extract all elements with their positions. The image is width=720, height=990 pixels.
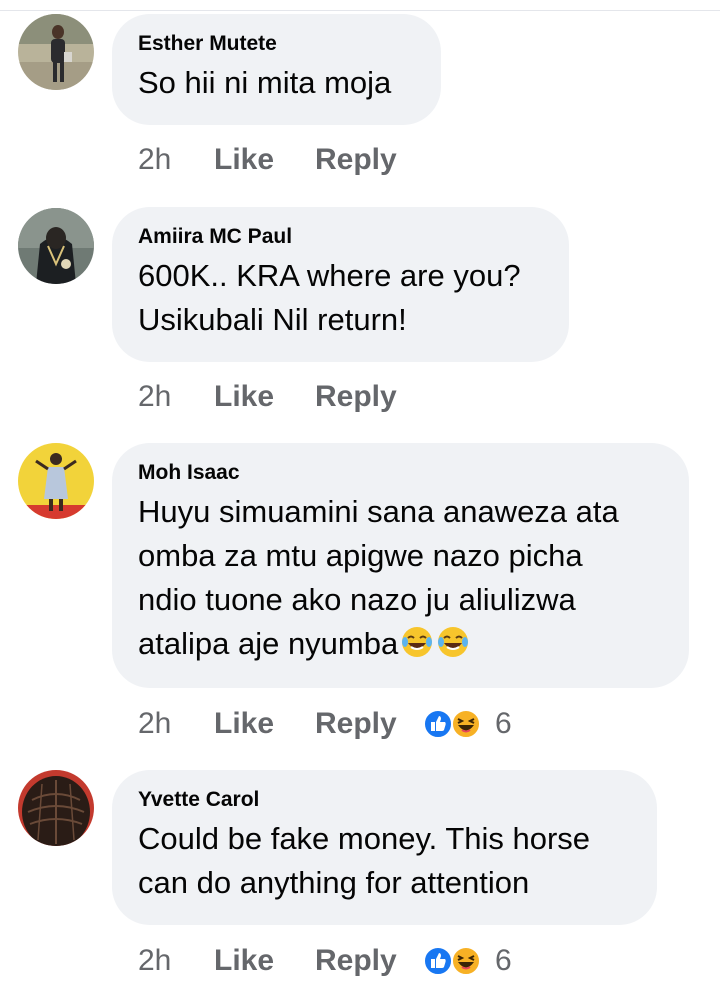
comment-line: omba za mtu apigwe nazo picha [138, 538, 583, 573]
avatar[interactable] [18, 443, 94, 519]
comment-bubble: Yvette Carol Could be fake money. This h… [112, 770, 657, 925]
comment-line: can do anything for attention [138, 865, 530, 900]
reply-button[interactable]: Reply [315, 944, 423, 978]
comment-timestamp[interactable]: 2h [138, 707, 214, 741]
reaction-count: 6 [495, 707, 512, 740]
comment-actions: 2h Like Reply [138, 377, 423, 417]
comment-actions: 2h Like Reply 6 [138, 941, 512, 981]
haha-reaction-icon [451, 709, 481, 739]
comment-actions: 2h Like Reply 6 [138, 704, 512, 744]
comment-author[interactable]: Moh Isaac [138, 460, 663, 486]
comment-line: Could be fake money. This horse [138, 821, 591, 856]
divider [0, 10, 720, 11]
comment-line: So hii ni mita moja [138, 65, 392, 100]
comment-text: 600K.. KRA where are you? Usikubali Nil … [138, 254, 543, 342]
avatar[interactable] [18, 208, 94, 284]
like-button[interactable]: Like [214, 707, 315, 741]
comment-text: Could be fake money. This horse can do a… [138, 817, 631, 905]
comment-bubble: Amiira MC Paul 600K.. KRA where are you?… [112, 207, 569, 362]
like-button[interactable]: Like [214, 944, 315, 978]
like-reaction-icon [423, 709, 453, 739]
comment-bubble: Moh Isaac Huyu simuamini sana anaweza at… [112, 443, 689, 688]
comment-line: Huyu simuamini sana anaweza ata [138, 494, 619, 529]
comment-line: atalipa aje nyumba [138, 626, 399, 661]
reply-button[interactable]: Reply [315, 143, 423, 177]
reply-button[interactable]: Reply [315, 380, 423, 414]
comment-author[interactable]: Esther Mutete [138, 31, 415, 57]
comment-author[interactable]: Amiira MC Paul [138, 224, 543, 250]
reply-button[interactable]: Reply [315, 707, 423, 741]
like-button[interactable]: Like [214, 380, 315, 414]
laughing-tears-emoji [400, 625, 434, 659]
comment-timestamp[interactable]: 2h [138, 143, 214, 177]
comment-text: So hii ni mita moja [138, 61, 415, 105]
comment-line: ndio tuone ako nazo ju aliulizwa [138, 582, 576, 617]
comment-line: Usikubali Nil return! [138, 302, 407, 337]
comment-line-with-emoji: atalipa aje nyumba [138, 622, 663, 666]
comment-line: 600K.. KRA where are you? [138, 258, 521, 293]
reaction-summary[interactable]: 6 [423, 707, 512, 741]
like-reaction-icon [423, 946, 453, 976]
comment-actions: 2h Like Reply [138, 140, 423, 180]
comment-author[interactable]: Yvette Carol [138, 787, 631, 813]
comment-bubble: Esther Mutete So hii ni mita moja [112, 14, 441, 125]
laughing-tears-emoji [436, 625, 470, 659]
comment-text: Huyu simuamini sana anaweza ata omba za … [138, 490, 663, 666]
haha-reaction-icon [451, 946, 481, 976]
avatar[interactable] [18, 770, 94, 846]
reaction-summary[interactable]: 6 [423, 944, 512, 978]
reaction-count: 6 [495, 944, 512, 977]
comment-timestamp[interactable]: 2h [138, 380, 214, 414]
comment-thread: Esther Mutete So hii ni mita moja 2h Lik… [0, 0, 720, 990]
like-button[interactable]: Like [214, 143, 315, 177]
avatar[interactable] [18, 14, 94, 90]
comment-timestamp[interactable]: 2h [138, 944, 214, 978]
